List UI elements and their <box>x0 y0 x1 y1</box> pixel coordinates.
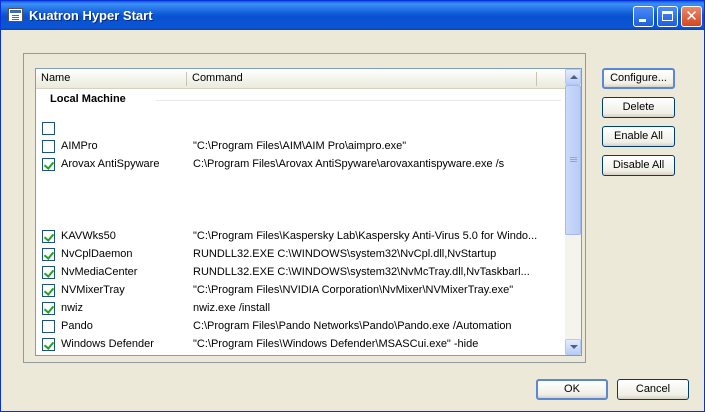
list-row[interactable]: NVMixerTray "C:\Program Files\NVIDIA Cor… <box>36 282 566 300</box>
row-checkbox[interactable] <box>42 122 55 135</box>
close-icon: ✕ <box>685 7 698 25</box>
scroll-down-button[interactable] <box>565 339 581 355</box>
list-row[interactable]: NvCplDaemon RUNDLL32.EXE C:\WINDOWS\syst… <box>36 246 566 264</box>
row-command: "C:\Program Files\AIM\AIM Pro\aimpro.exe… <box>193 140 407 152</box>
row-name: KAVWks50 <box>61 230 116 242</box>
row-command: "C:\Program Files\Windows Defender\MSASC… <box>193 338 479 350</box>
startup-list[interactable]: Name Command Local Machine AIMPro "C:\Pr… <box>35 68 582 356</box>
row-command: C:\Program Files\Pando Networks\Pando\Pa… <box>193 320 512 332</box>
ok-button[interactable]: OK <box>536 379 608 400</box>
enable-all-button[interactable]: Enable All <box>602 126 675 147</box>
vertical-scrollbar[interactable] <box>565 69 581 355</box>
configure-button[interactable]: Configure... <box>602 68 675 89</box>
list-row[interactable]: Arovax AntiSpyware C:\Program Files\Arov… <box>36 156 566 174</box>
group-divider <box>156 100 561 101</box>
row-name: NVMixerTray <box>61 284 125 296</box>
row-command: nwiz.exe /install <box>193 302 271 314</box>
scroll-thumb[interactable] <box>565 85 581 235</box>
list-row[interactable]: Pando C:\Program Files\Pando Networks\Pa… <box>36 318 566 336</box>
maximize-icon <box>662 11 673 21</box>
group-label-local-machine: Local Machine <box>50 93 126 105</box>
scroll-up-button[interactable] <box>565 69 581 85</box>
app-icon <box>8 8 23 22</box>
row-checkbox[interactable] <box>42 320 55 333</box>
list-row[interactable]: Windows Defender "C:\Program Files\Windo… <box>36 336 566 354</box>
close-button[interactable]: ✕ <box>681 6 702 27</box>
row-command: RUNDLL32.EXE C:\WINDOWS\system32\NvCpl.d… <box>193 248 497 260</box>
delete-button[interactable]: Delete <box>602 97 675 118</box>
row-command: "C:\Program Files\Kaspersky Lab\Kaspersk… <box>193 230 538 242</box>
row-name: nwiz <box>61 302 84 314</box>
window-title: Kuatron Hyper Start <box>29 8 153 23</box>
column-divider[interactable] <box>536 72 537 86</box>
column-header-name[interactable]: Name <box>36 69 186 88</box>
row-name: Windows Defender <box>61 338 154 350</box>
grip-icon <box>570 157 577 158</box>
minimize-button[interactable] <box>633 6 654 27</box>
list-row[interactable] <box>36 120 566 138</box>
row-checkbox[interactable] <box>42 230 55 243</box>
arrow-down-icon <box>570 345 578 349</box>
row-command: "C:\Program Files\NVIDIA Corporation\NvM… <box>193 284 514 296</box>
row-name: AIMPro <box>61 140 98 152</box>
minimize-icon <box>639 19 646 22</box>
title-bar[interactable]: Kuatron Hyper Start ✕ <box>1 1 704 30</box>
list-row[interactable]: NvMediaCenter RUNDLL32.EXE C:\WINDOWS\sy… <box>36 264 566 282</box>
row-checkbox[interactable] <box>42 284 55 297</box>
disable-all-button[interactable]: Disable All <box>602 155 675 176</box>
row-command: RUNDLL32.EXE C:\WINDOWS\system32\NvMcTra… <box>193 266 530 278</box>
cancel-button[interactable]: Cancel <box>617 379 689 400</box>
row-checkbox[interactable] <box>42 266 55 279</box>
arrow-up-icon <box>570 75 578 79</box>
row-checkbox[interactable] <box>42 140 55 153</box>
list-row[interactable]: nwiz nwiz.exe /install <box>36 300 566 318</box>
row-checkbox[interactable] <box>42 248 55 261</box>
row-checkbox[interactable] <box>42 338 55 351</box>
dialog-window: Kuatron Hyper Start ✕ Name Command Local… <box>0 0 705 412</box>
row-checkbox[interactable] <box>42 158 55 171</box>
row-name: Arovax AntiSpyware <box>61 158 160 170</box>
row-command: C:\Program Files\Arovax AntiSpyware\arov… <box>193 158 505 170</box>
row-name: NvCplDaemon <box>61 248 133 260</box>
maximize-button[interactable] <box>657 6 678 27</box>
row-checkbox[interactable] <box>42 302 55 315</box>
list-row[interactable]: AIMPro "C:\Program Files\AIM\AIM Pro\aim… <box>36 138 566 156</box>
column-header-command[interactable]: Command <box>187 69 532 88</box>
row-name: Pando <box>61 320 93 332</box>
row-name: NvMediaCenter <box>61 266 138 278</box>
list-row[interactable]: KAVWks50 "C:\Program Files\Kaspersky Lab… <box>36 228 566 246</box>
list-header: Name Command <box>36 69 566 89</box>
